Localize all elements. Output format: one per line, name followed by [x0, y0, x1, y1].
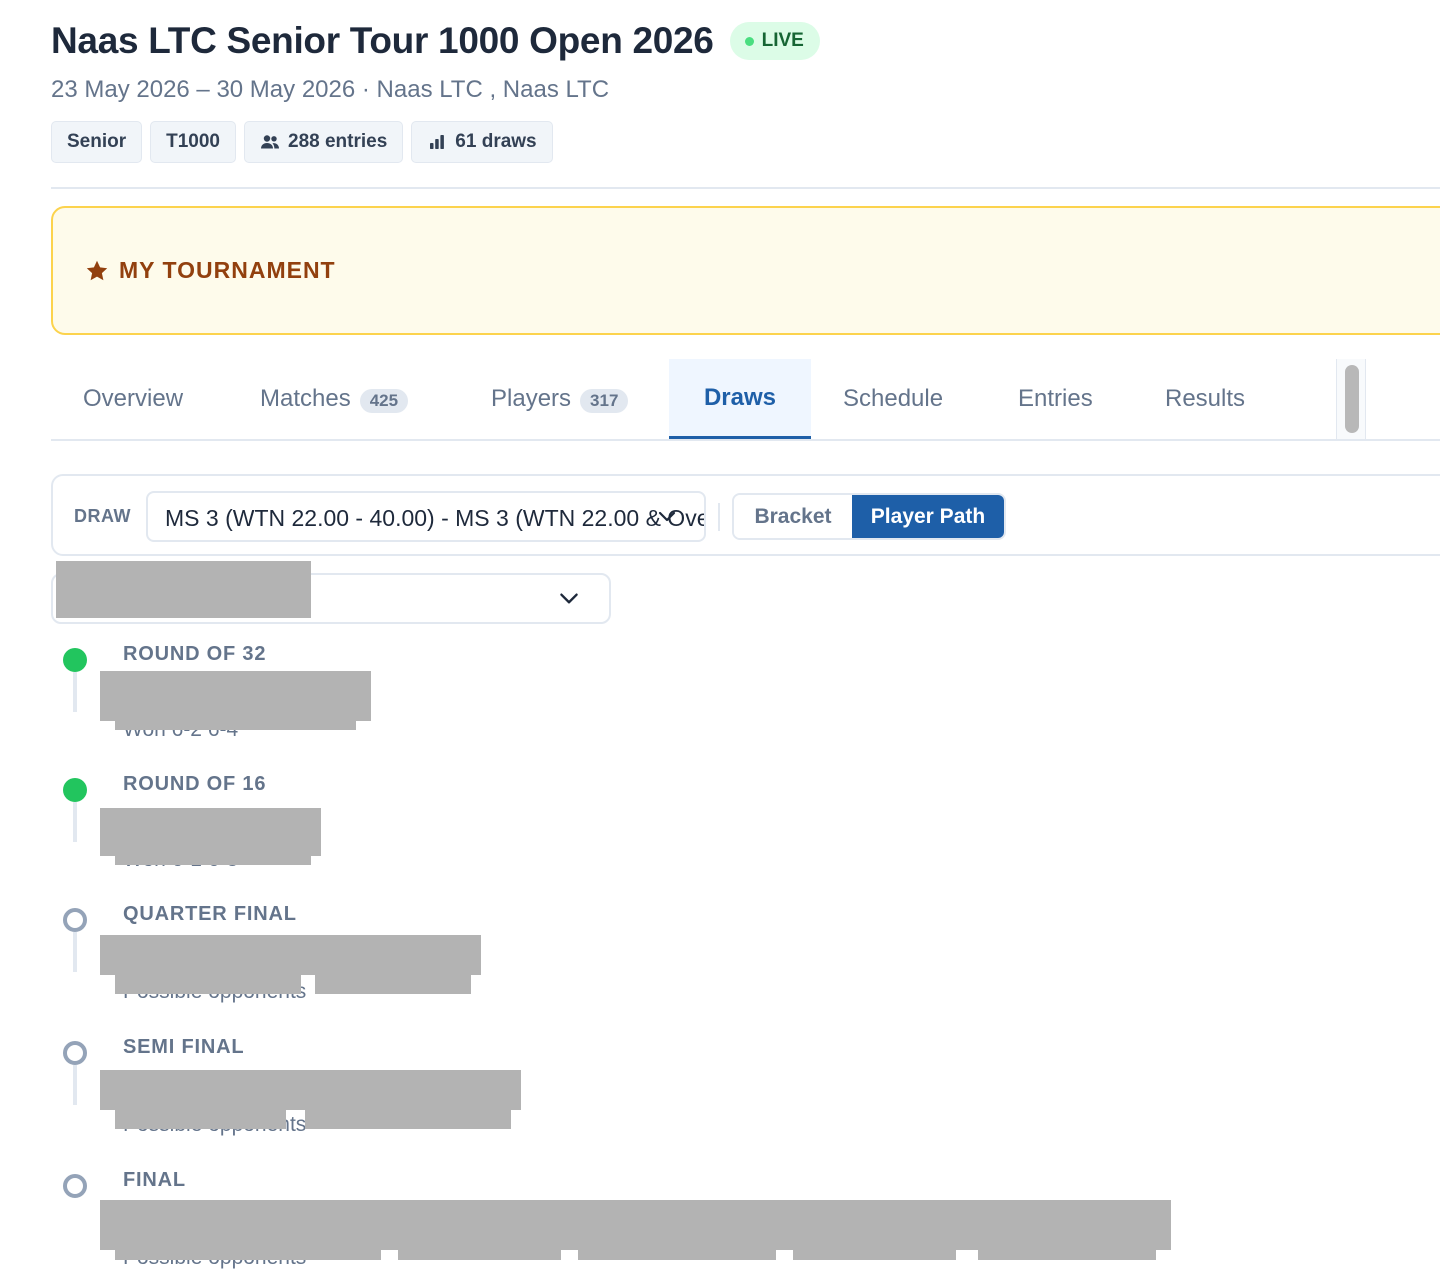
redacted-opponents — [100, 1200, 1171, 1250]
title-row: Naas LTC Senior Tour 1000 Open 2026 LIVE — [51, 20, 820, 62]
tab-matches[interactable]: Matches 425 — [260, 359, 409, 439]
tournament-chips: Senior T1000 288 entries 61 draws — [51, 121, 553, 163]
round-pending-icon — [63, 1041, 87, 1065]
round-label: FINAL — [123, 1169, 186, 1191]
tab-players[interactable]: Players 317 — [491, 359, 629, 439]
player-path-toggle-button[interactable]: Player Path — [852, 495, 1004, 538]
tab-overview-label: Overview — [83, 385, 184, 412]
tournament-tabs: Overview Matches 425 Players 317 Draws S… — [51, 359, 1440, 441]
bar-chart-icon — [430, 135, 445, 149]
round-pending-icon — [63, 908, 87, 932]
tabs-scrollbar-thumb[interactable] — [1345, 365, 1359, 433]
tab-schedule-label: Schedule — [843, 385, 944, 412]
round-pending-icon — [63, 1174, 87, 1198]
draw-select[interactable]: MS 3 (WTN 22.00 - 40.00) - MS 3 (WTN 22.… — [146, 491, 706, 542]
redacted-opponents — [115, 1110, 286, 1129]
draws-chip-label: 61 draws — [455, 131, 537, 152]
round-label: ROUND OF 16 — [123, 773, 267, 795]
redacted-opponents — [115, 975, 301, 994]
tournament-page: Naas LTC Senior Tour 1000 Open 2026 LIVE… — [0, 0, 1440, 1278]
toolbar-separator — [718, 503, 720, 531]
redacted-opponent — [115, 718, 356, 730]
redacted-opponents — [315, 975, 471, 994]
tab-overview[interactable]: Overview — [83, 359, 183, 439]
redacted-opponents — [793, 1250, 956, 1260]
redacted-opponents — [578, 1250, 776, 1260]
round-label: SEMI FINAL — [123, 1036, 245, 1058]
chevron-down-icon — [658, 511, 676, 522]
tab-matches-label: Matches — [260, 385, 351, 412]
round-completed-icon — [63, 778, 87, 802]
redacted-opponents — [115, 1250, 381, 1260]
draws-chip: 61 draws — [411, 121, 553, 163]
view-toggle: Bracket Player Path — [732, 493, 1006, 540]
star-icon — [86, 260, 108, 280]
tier-chip-label: T1000 — [166, 131, 220, 152]
redacted-opponent — [100, 671, 371, 721]
timeline-connector — [73, 802, 77, 842]
timeline-connector — [73, 672, 77, 712]
round-label: ROUND OF 32 — [123, 643, 267, 665]
tournament-title: Naas LTC Senior Tour 1000 Open 2026 — [51, 20, 714, 61]
tab-players-label: Players — [491, 385, 572, 412]
tab-results-label: Results — [1165, 385, 1246, 412]
redacted-opponents — [398, 1250, 561, 1260]
redacted-opponents — [100, 1070, 521, 1110]
category-chip-label: Senior — [67, 131, 127, 152]
draw-label: DRAW — [74, 506, 131, 526]
redacted-opponent — [115, 853, 311, 865]
redacted-opponents — [305, 1110, 511, 1129]
live-badge: LIVE — [729, 22, 820, 60]
entries-chip-label: 288 entries — [288, 131, 388, 152]
round-completed-icon — [63, 648, 87, 672]
tab-draws-label: Draws — [703, 383, 777, 411]
my-tournament-banner[interactable]: MY TOURNAMENT — [51, 206, 1440, 335]
timeline-connector — [73, 932, 77, 972]
users-icon — [261, 135, 279, 149]
redacted-opponents — [100, 935, 481, 975]
round-label: QUARTER FINAL — [123, 903, 297, 925]
category-chip: Senior — [51, 121, 143, 163]
redacted-opponents — [978, 1250, 1156, 1260]
my-tournament-title: MY TOURNAMENT — [119, 257, 336, 283]
tab-draws[interactable]: Draws — [669, 359, 811, 439]
tabs-scrollbar[interactable] — [1336, 359, 1366, 439]
chevron-down-icon — [560, 593, 578, 604]
redacted-player-name — [56, 561, 311, 618]
matches-count-badge: 425 — [359, 389, 409, 413]
entries-chip: 288 entries — [244, 121, 404, 163]
draw-selector-panel: DRAW MS 3 (WTN 22.00 - 40.00) - MS 3 (WT… — [51, 474, 1440, 556]
bracket-toggle-button[interactable]: Bracket — [734, 495, 852, 538]
tab-results[interactable]: Results — [1165, 359, 1245, 439]
redacted-opponent — [100, 808, 321, 856]
live-label: LIVE — [761, 30, 804, 51]
tournament-dates-venue: 23 May 2026 – 30 May 2026 · Naas LTC , N… — [51, 76, 610, 103]
live-dot-icon — [744, 36, 754, 46]
tab-entries-label: Entries — [1018, 385, 1093, 412]
header-divider — [51, 187, 1440, 189]
tab-entries[interactable]: Entries — [1018, 359, 1093, 439]
tab-schedule[interactable]: Schedule — [843, 359, 943, 439]
timeline-connector — [73, 1065, 77, 1105]
players-count-badge: 317 — [580, 389, 629, 413]
tier-chip: T1000 — [150, 121, 236, 163]
